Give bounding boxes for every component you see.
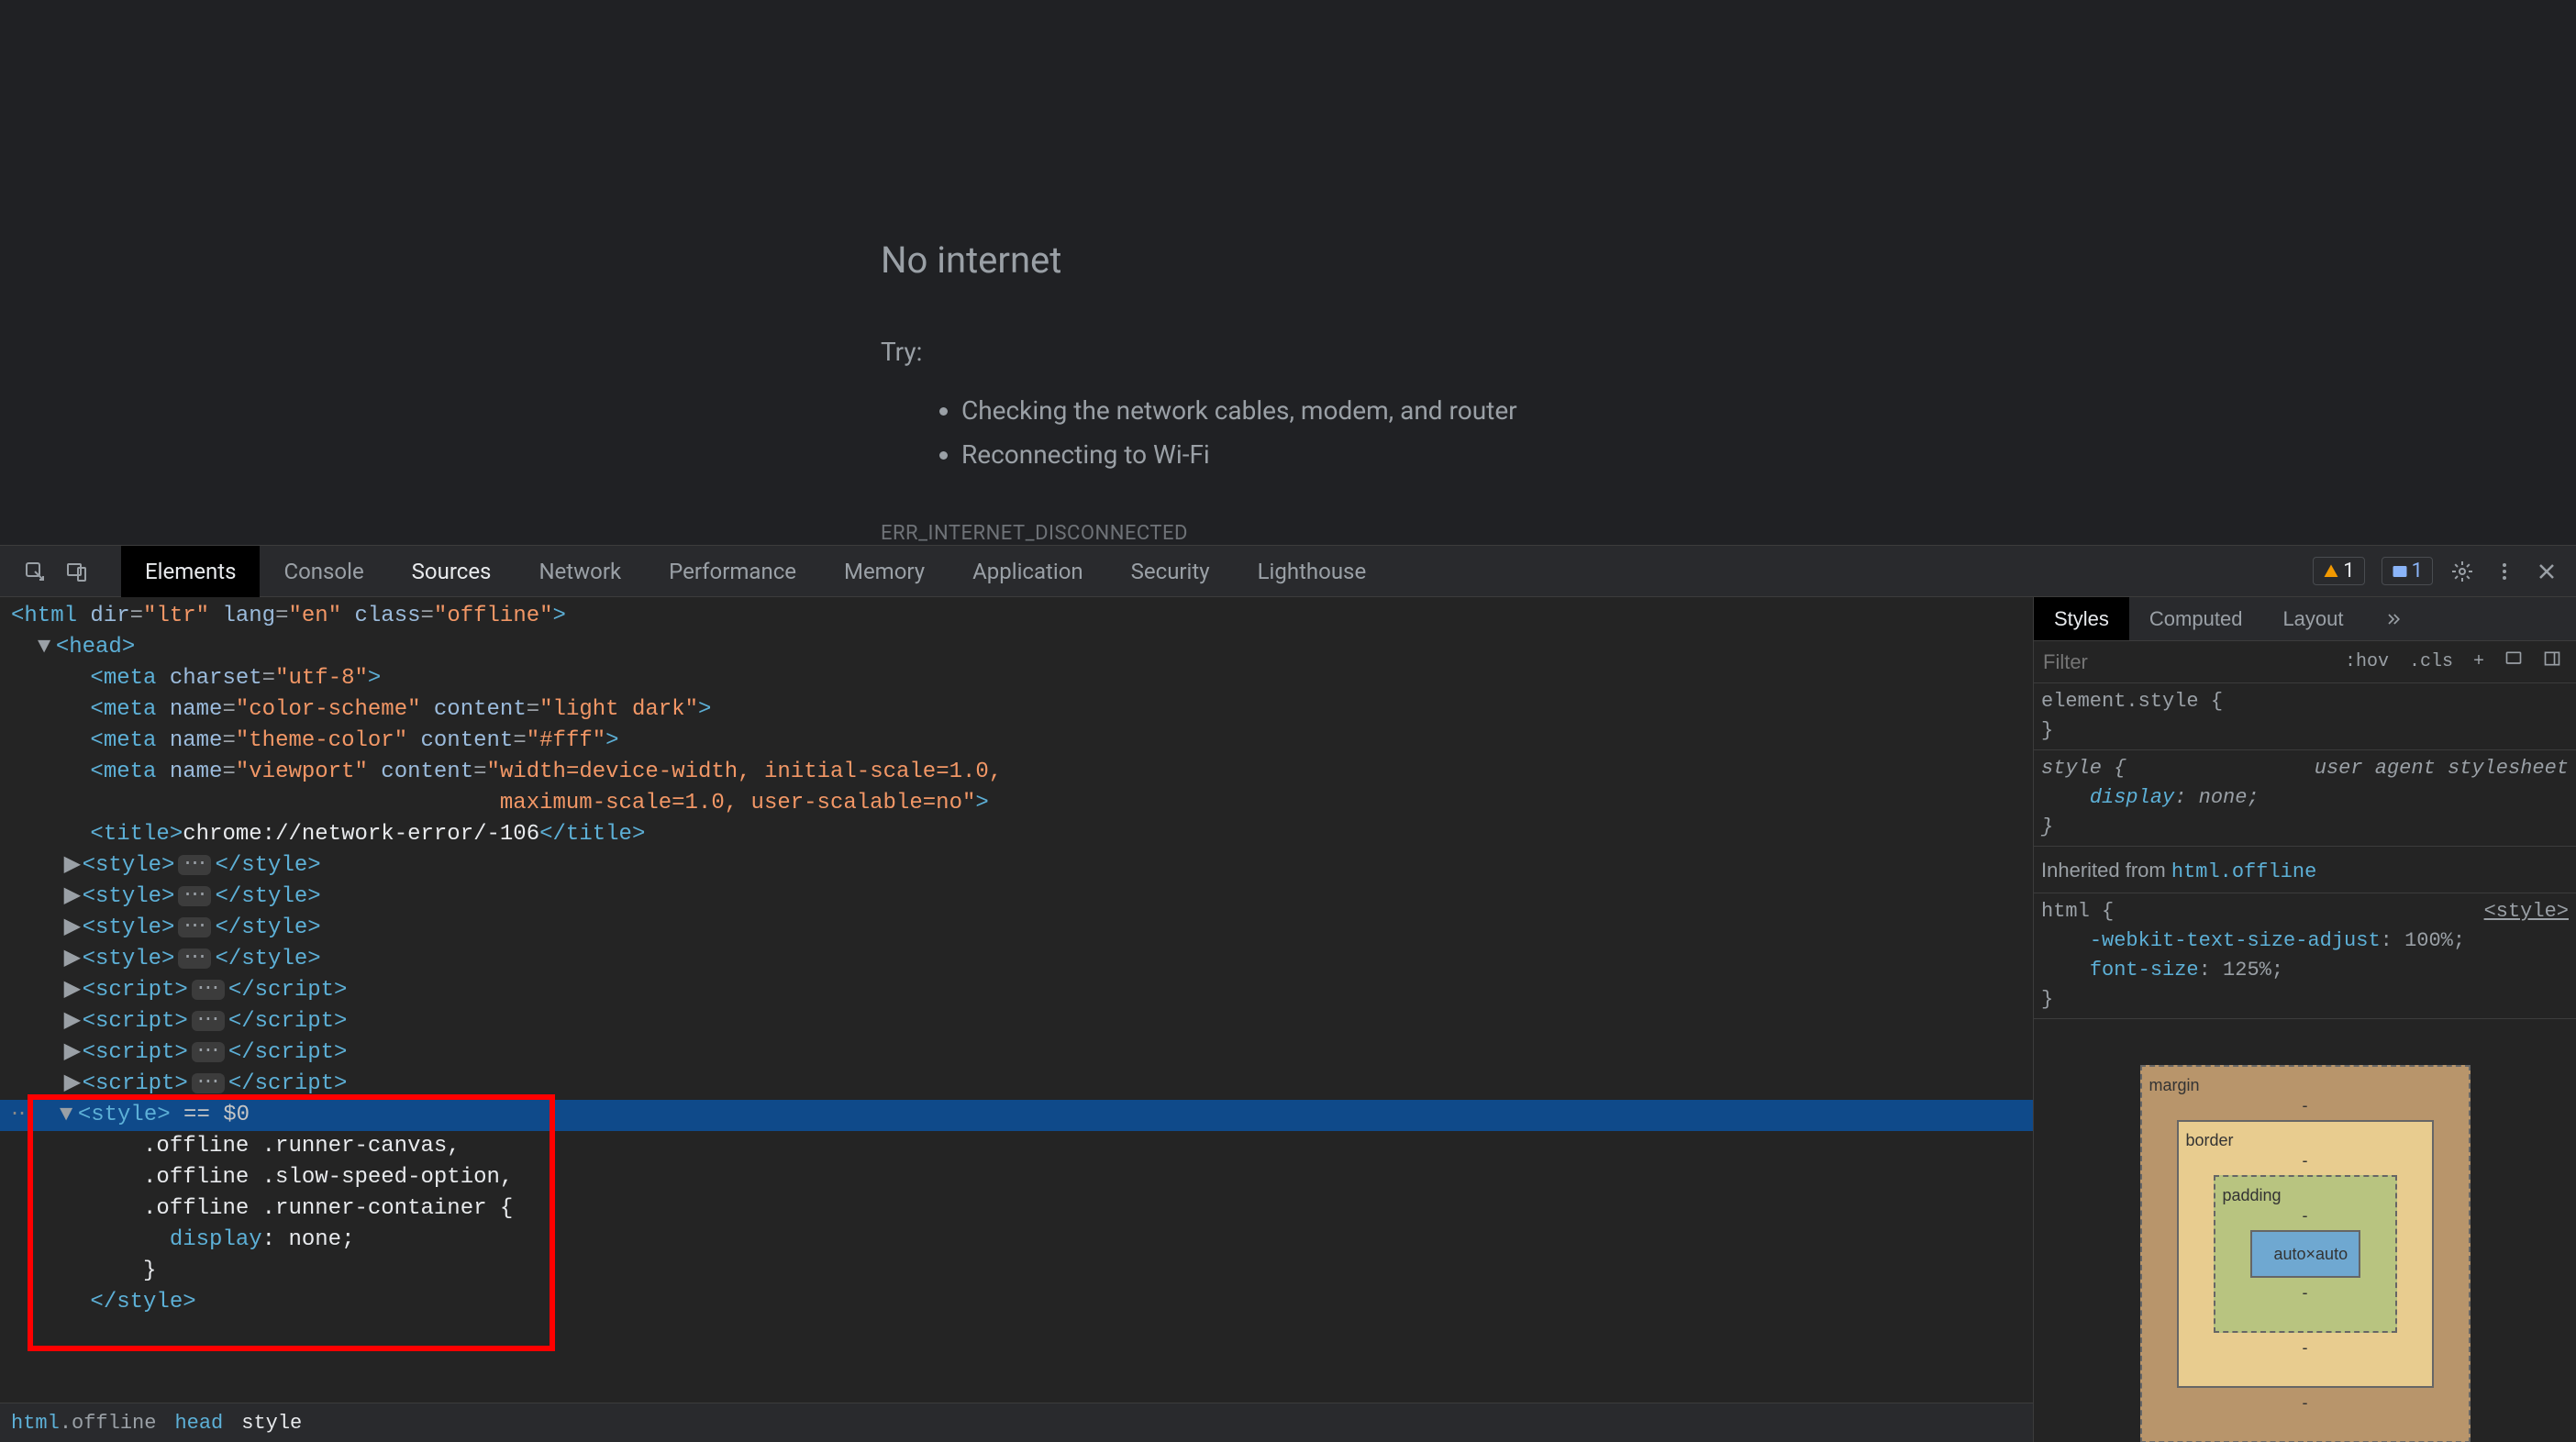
- tab-performance[interactable]: Performance: [645, 546, 820, 597]
- breadcrumb: html.offline head style: [0, 1403, 2033, 1442]
- device-icon[interactable]: [2499, 649, 2528, 674]
- styles-filter-input[interactable]: [2043, 650, 2330, 674]
- tab-layout[interactable]: Layout: [2262, 597, 2363, 640]
- cls-button[interactable]: .cls: [2404, 651, 2459, 672]
- try-label: Try:: [881, 337, 2576, 367]
- close-icon[interactable]: [2534, 559, 2559, 584]
- devtools-toolbar: Elements Console Sources Network Perform…: [0, 546, 2576, 597]
- inspect-icon[interactable]: [22, 559, 48, 584]
- elements-panel: <html dir="ltr" lang="en" class="offline…: [0, 597, 2033, 1442]
- dom-tree[interactable]: <html dir="ltr" lang="en" class="offline…: [0, 597, 2033, 1403]
- suggestion-item: Checking the network cables, modem, and …: [961, 389, 2576, 433]
- tab-memory[interactable]: Memory: [820, 546, 949, 597]
- suggestions-list: Checking the network cables, modem, and …: [881, 389, 2576, 476]
- info-badge[interactable]: 1: [2382, 557, 2433, 585]
- warnings-badge[interactable]: 1: [2313, 557, 2364, 585]
- suggestion-item: Reconnecting to Wi-Fi: [961, 433, 2576, 477]
- tab-lighthouse[interactable]: Lighthouse: [1234, 546, 1391, 597]
- settings-icon[interactable]: [2449, 559, 2475, 584]
- more-tabs-icon[interactable]: [2364, 597, 2423, 640]
- hov-button[interactable]: :hov: [2339, 651, 2394, 672]
- styles-tabs: Styles Computed Layout: [2034, 597, 2576, 641]
- tab-computed[interactable]: Computed: [2129, 597, 2263, 640]
- breadcrumb-item[interactable]: html.offline: [11, 1412, 156, 1435]
- tab-network[interactable]: Network: [515, 546, 645, 597]
- tab-application[interactable]: Application: [949, 546, 1107, 597]
- error-page: No internet Try: Checking the network ca…: [0, 0, 2576, 545]
- devtools-panel: Elements Console Sources Network Perform…: [0, 545, 2576, 1442]
- devtools-tabs: Elements Console Sources Network Perform…: [121, 546, 1390, 597]
- tab-styles[interactable]: Styles: [2034, 597, 2129, 640]
- new-rule-button[interactable]: +: [2468, 651, 2490, 672]
- dom-selected-node: ⋯ ▼<style> == $0: [0, 1100, 2033, 1131]
- tab-elements[interactable]: Elements: [121, 546, 260, 597]
- tab-console[interactable]: Console: [260, 546, 387, 597]
- device-toggle-icon[interactable]: [64, 559, 90, 584]
- error-code: ERR_INTERNET_DISCONNECTED: [881, 522, 2576, 545]
- styles-filter-bar: :hov .cls +: [2034, 641, 2576, 683]
- breadcrumb-item[interactable]: style: [241, 1412, 302, 1435]
- styles-body[interactable]: element.style { } style {user agent styl…: [2034, 683, 2576, 1442]
- error-heading: No internet: [881, 238, 2576, 282]
- breadcrumb-item[interactable]: head: [174, 1412, 223, 1435]
- warnings-count: 1: [2343, 560, 2354, 582]
- styles-panel: Styles Computed Layout :hov .cls + eleme…: [2033, 597, 2576, 1442]
- tab-sources[interactable]: Sources: [388, 546, 516, 597]
- info-count: 1: [2412, 560, 2423, 582]
- more-icon[interactable]: [2492, 559, 2517, 584]
- box-model[interactable]: margin - border - padding - auto×auto -: [2140, 1065, 2471, 1442]
- sidebar-toggle-icon[interactable]: [2537, 649, 2567, 674]
- tab-security[interactable]: Security: [1107, 546, 1234, 597]
